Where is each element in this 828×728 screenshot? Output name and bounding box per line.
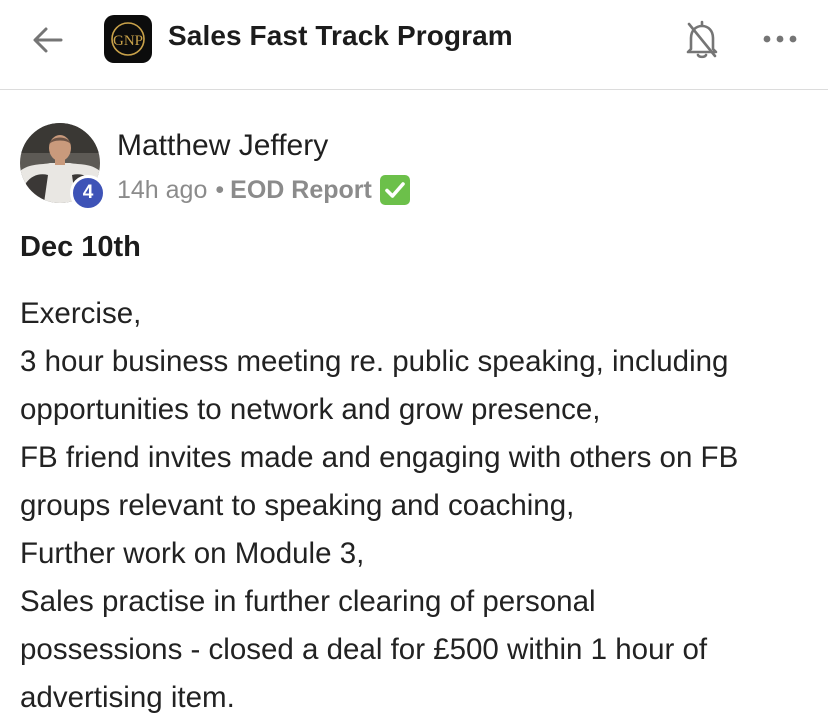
post-body-line: Exercise, [20, 297, 142, 330]
top-bar: GNP Sales Fast Track Program [0, 0, 828, 90]
more-options-button[interactable] [758, 24, 802, 54]
meta-separator: • [215, 175, 225, 204]
post-body-line: Sales practise in further clearing of pe… [20, 585, 596, 618]
post-time: 14h ago [117, 175, 208, 204]
post-body-line: Further work on Module 3, [20, 537, 365, 570]
post-body: Exercise, 3 hour business meeting re. pu… [20, 290, 810, 722]
post-body-line: possessions - closed a deal for £500 wit… [20, 633, 708, 666]
post-body-line: groups relevant to speaking and coaching… [20, 489, 575, 522]
check-mark-button-icon [379, 175, 410, 205]
post-body-line: FB friend invites made and engaging with… [20, 441, 739, 474]
post-title: Dec 10th [20, 231, 141, 263]
group-title: Sales Fast Track Program [168, 20, 513, 51]
svg-text:GNP: GNP [113, 33, 143, 49]
gnp-logo-icon: GNP [111, 22, 145, 56]
post-body-line: opportunities to network and grow presen… [20, 393, 601, 426]
post-body-line: 3 hour business meeting re. public speak… [20, 345, 729, 378]
back-button[interactable] [28, 20, 68, 60]
author-name[interactable]: Matthew Jeffery [117, 129, 328, 163]
post-meta: 14h ago • EOD Report [117, 175, 410, 205]
group-logo[interactable]: GNP [104, 15, 152, 63]
post-body-line: advertising item. [20, 681, 235, 714]
level-badge: 4 [70, 175, 106, 211]
notifications-toggle[interactable] [680, 16, 724, 62]
bell-off-icon [686, 20, 718, 59]
post-category[interactable]: EOD Report [230, 176, 372, 205]
more-horizontal-icon [763, 35, 797, 43]
arrow-left-icon [33, 27, 63, 53]
